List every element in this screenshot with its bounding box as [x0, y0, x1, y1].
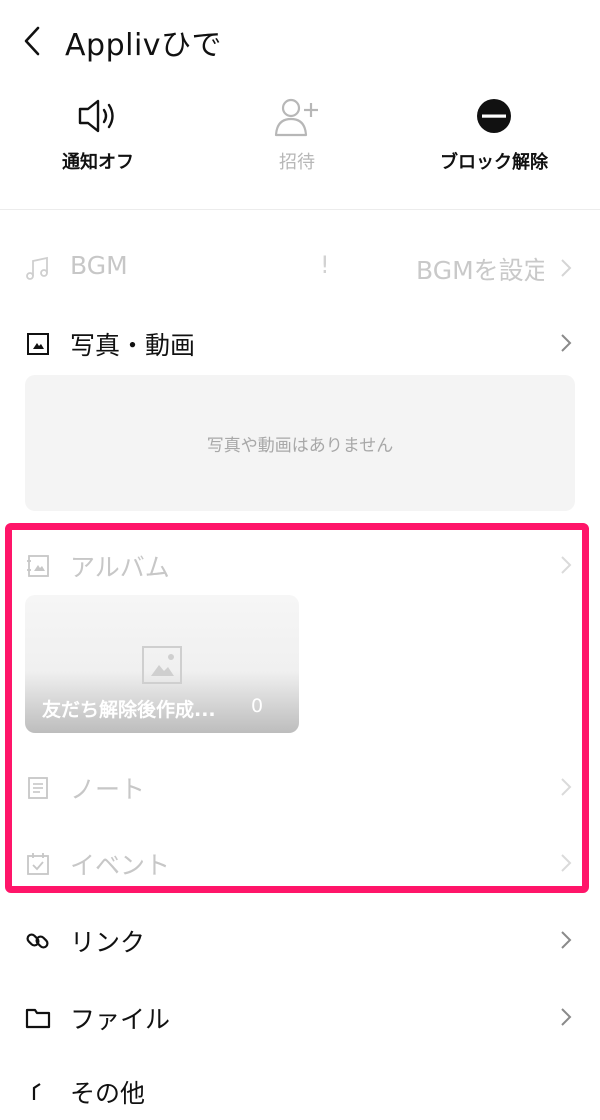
album-row[interactable]: アルバム	[0, 536, 600, 594]
calendar-check-icon	[27, 853, 49, 875]
chevron-right-icon	[561, 854, 572, 872]
event-row[interactable]: イベント	[0, 834, 600, 892]
bgm-value: BGMを設定	[416, 256, 544, 285]
chevron-right-icon	[561, 778, 572, 796]
image-placeholder-icon	[142, 646, 182, 684]
chevron-right-icon	[561, 1008, 572, 1026]
image-icon	[27, 333, 49, 355]
chevron-right-icon	[561, 259, 572, 277]
bgm-alert-mark: !	[320, 251, 330, 279]
link-icon	[26, 933, 49, 949]
bgm-label: BGM	[70, 251, 128, 280]
photos-videos-row[interactable]: 写真・動画	[0, 314, 600, 372]
album-label: アルバム	[70, 553, 170, 582]
more-icon	[32, 1083, 41, 1100]
unblock-button[interactable]: ブロック解除	[404, 90, 584, 190]
folder-icon	[25, 1008, 51, 1029]
photos-videos-label: 写真・動画	[70, 331, 196, 360]
photos-empty-text: 写真や動画はありません	[206, 435, 394, 456]
speaker-icon	[78, 99, 114, 133]
page-title: Applivひで	[65, 28, 223, 63]
minus-circle-icon	[477, 99, 511, 133]
chevron-right-icon	[561, 931, 572, 949]
note-row[interactable]: ノート	[0, 758, 600, 816]
chevron-right-icon	[561, 334, 572, 352]
action-bar: 通知オフ 招待 ブロック解除	[0, 90, 600, 190]
note-icon	[28, 777, 48, 799]
notification-off-button[interactable]: 通知オフ	[8, 90, 188, 190]
bgm-row[interactable]: BGM ! BGMを設定	[0, 239, 600, 297]
music-note-icon	[26, 256, 48, 280]
invite-button[interactable]: 招待	[207, 90, 387, 190]
invite-label: 招待	[279, 152, 315, 173]
chevron-right-icon	[561, 556, 572, 574]
add-friend-icon	[274, 98, 318, 137]
file-label: ファイル	[70, 1005, 171, 1034]
header: Applivひで	[0, 0, 600, 84]
other-row[interactable]: その他	[0, 1062, 600, 1120]
divider	[0, 209, 600, 210]
album-title: 友だち解除後作成...	[42, 699, 216, 721]
chevron-left-icon	[24, 26, 40, 56]
photos-empty-placeholder: 写真や動画はありません	[25, 375, 575, 511]
event-label: イベント	[70, 851, 171, 880]
file-row[interactable]: ファイル	[0, 988, 600, 1046]
unblock-label: ブロック解除	[440, 152, 548, 173]
notification-off-label: 通知オフ	[62, 152, 134, 173]
link-row[interactable]: リンク	[0, 911, 600, 969]
album-count: 0	[251, 695, 264, 717]
note-label: ノート	[70, 775, 146, 804]
album-card[interactable]: 友だち解除後作成... 0	[25, 595, 299, 733]
link-label: リンク	[70, 928, 146, 957]
album-icon	[27, 555, 49, 577]
back-button[interactable]	[16, 22, 48, 60]
other-label: その他	[70, 1079, 146, 1108]
